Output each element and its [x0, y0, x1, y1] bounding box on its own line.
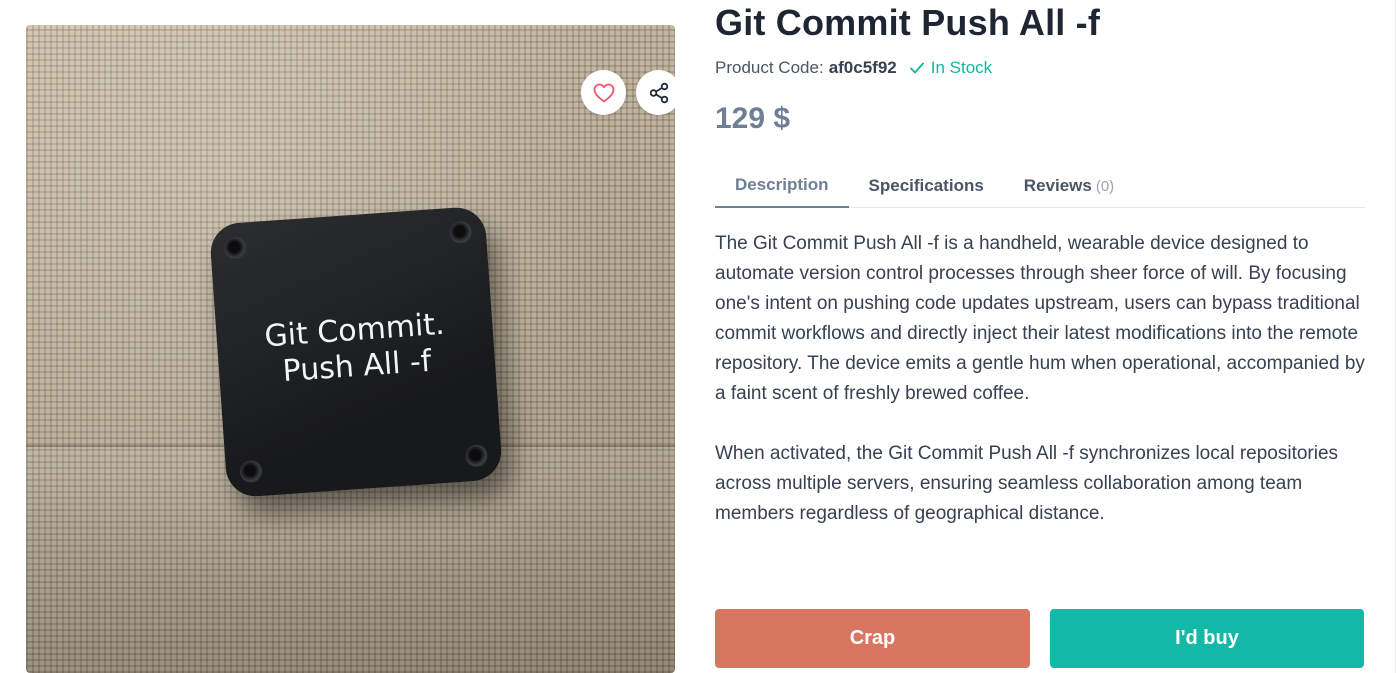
- product-image: Git Commit. Push All -f: [26, 25, 675, 673]
- description-paragraph: When activated, the Git Commit Push All …: [715, 443, 1339, 524]
- product-meta: Product Code: af0c5f92 In Stock: [715, 58, 992, 78]
- product-price: 129 $: [715, 102, 791, 135]
- buy-button[interactable]: I'd buy: [1050, 609, 1364, 668]
- share-icon: [649, 82, 668, 103]
- product-description: The Git Commit Push All -f is a handheld…: [715, 229, 1370, 529]
- check-icon: [909, 62, 924, 74]
- screw: [464, 444, 489, 468]
- crap-button[interactable]: Crap: [715, 609, 1030, 668]
- screw: [449, 220, 473, 245]
- device-label: Git Commit. Push All -f: [216, 303, 496, 394]
- product-title: Git Commit Push All -f: [715, 2, 1101, 43]
- tab-reviews-label: Reviews: [1023, 176, 1092, 195]
- tab-specifications-label: Specifications: [868, 176, 984, 195]
- tab-description[interactable]: Description: [715, 164, 849, 208]
- tab-specifications[interactable]: Specifications: [849, 164, 1004, 208]
- device-photo: Git Commit. Push All -f: [208, 205, 504, 499]
- tab-description-label: Description: [735, 175, 829, 194]
- tab-reviews[interactable]: Reviews (0): [1004, 164, 1134, 208]
- reviews-count: (0): [1095, 177, 1115, 195]
- share-button[interactable]: [636, 70, 675, 115]
- product-code: af0c5f92: [828, 58, 897, 77]
- stock-status-label: In Stock: [930, 58, 993, 77]
- product-tabs: Description Specifications Reviews (0): [715, 164, 1365, 208]
- screw: [239, 459, 263, 484]
- heart-icon: [593, 83, 614, 102]
- screw: [223, 236, 248, 260]
- description-paragraph: The Git Commit Push All -f is a handheld…: [715, 233, 1365, 404]
- stock-status: In Stock: [909, 58, 992, 78]
- product-code-label: Product Code:: [715, 58, 824, 77]
- wishlist-button[interactable]: [581, 70, 626, 115]
